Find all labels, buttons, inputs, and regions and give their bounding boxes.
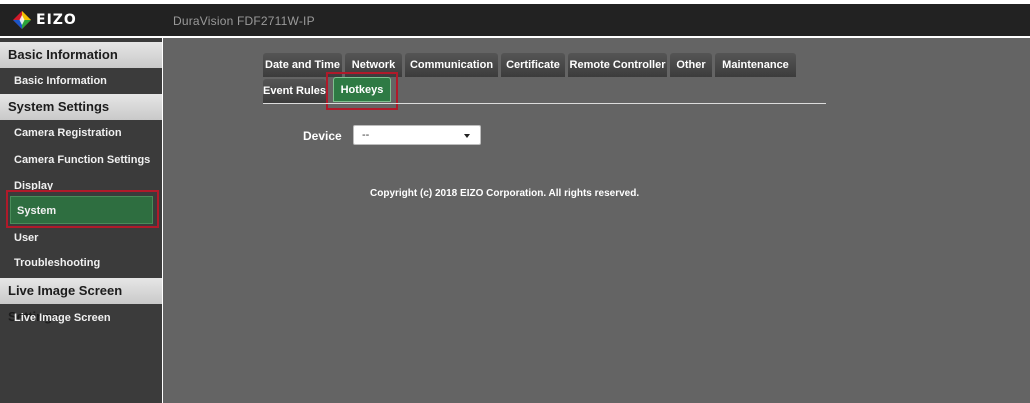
device-label: Device bbox=[303, 129, 342, 143]
section-live-image-screen-settings[interactable]: Live Image Screen Settings bbox=[0, 278, 162, 324]
tab-remote-controller[interactable]: Remote Controller bbox=[568, 53, 667, 77]
tab-other[interactable]: Other bbox=[670, 53, 712, 77]
sidebar-item-troubleshooting[interactable]: Troubleshooting bbox=[0, 252, 162, 274]
eizo-logo-icon bbox=[12, 10, 32, 30]
section-system-settings[interactable]: System Settings bbox=[0, 94, 162, 120]
section-basic-information[interactable]: Basic Information bbox=[0, 42, 162, 68]
device-name: DuraVision FDF2711W-IP bbox=[173, 14, 315, 28]
eizo-logo: EIZO bbox=[12, 10, 77, 30]
tab-certificate[interactable]: Certificate bbox=[501, 53, 565, 77]
tab-divider bbox=[263, 103, 826, 104]
tab-communication[interactable]: Communication bbox=[405, 53, 498, 77]
sidebar-item-user[interactable]: User bbox=[0, 227, 162, 249]
logo-text: EIZO bbox=[36, 12, 77, 28]
device-select-value: -- bbox=[362, 129, 370, 141]
copyright-text: Copyright (c) 2018 EIZO Corporation. All… bbox=[370, 188, 640, 199]
sidebar-item-camera-function-settings[interactable]: Camera Function Settings bbox=[0, 149, 162, 171]
sidebar-item-basic-information[interactable]: Basic Information bbox=[0, 70, 162, 92]
device-select[interactable]: -- bbox=[353, 125, 481, 145]
tab-highlight-frame bbox=[326, 72, 398, 110]
sidebar-item-live-image-screen[interactable]: Live Image Screen bbox=[0, 307, 162, 329]
tab-maintenance[interactable]: Maintenance bbox=[715, 53, 796, 77]
top-bar: EIZO DuraVision FDF2711W-IP bbox=[0, 4, 1030, 36]
sidebar-item-camera-registration[interactable]: Camera Registration bbox=[0, 122, 162, 144]
sidebar: Basic Information Basic Information Syst… bbox=[0, 38, 162, 403]
chevron-down-icon bbox=[464, 134, 470, 138]
sidebar-highlight-frame bbox=[6, 190, 159, 228]
tab-event-rules[interactable]: Event Rules bbox=[263, 79, 326, 103]
